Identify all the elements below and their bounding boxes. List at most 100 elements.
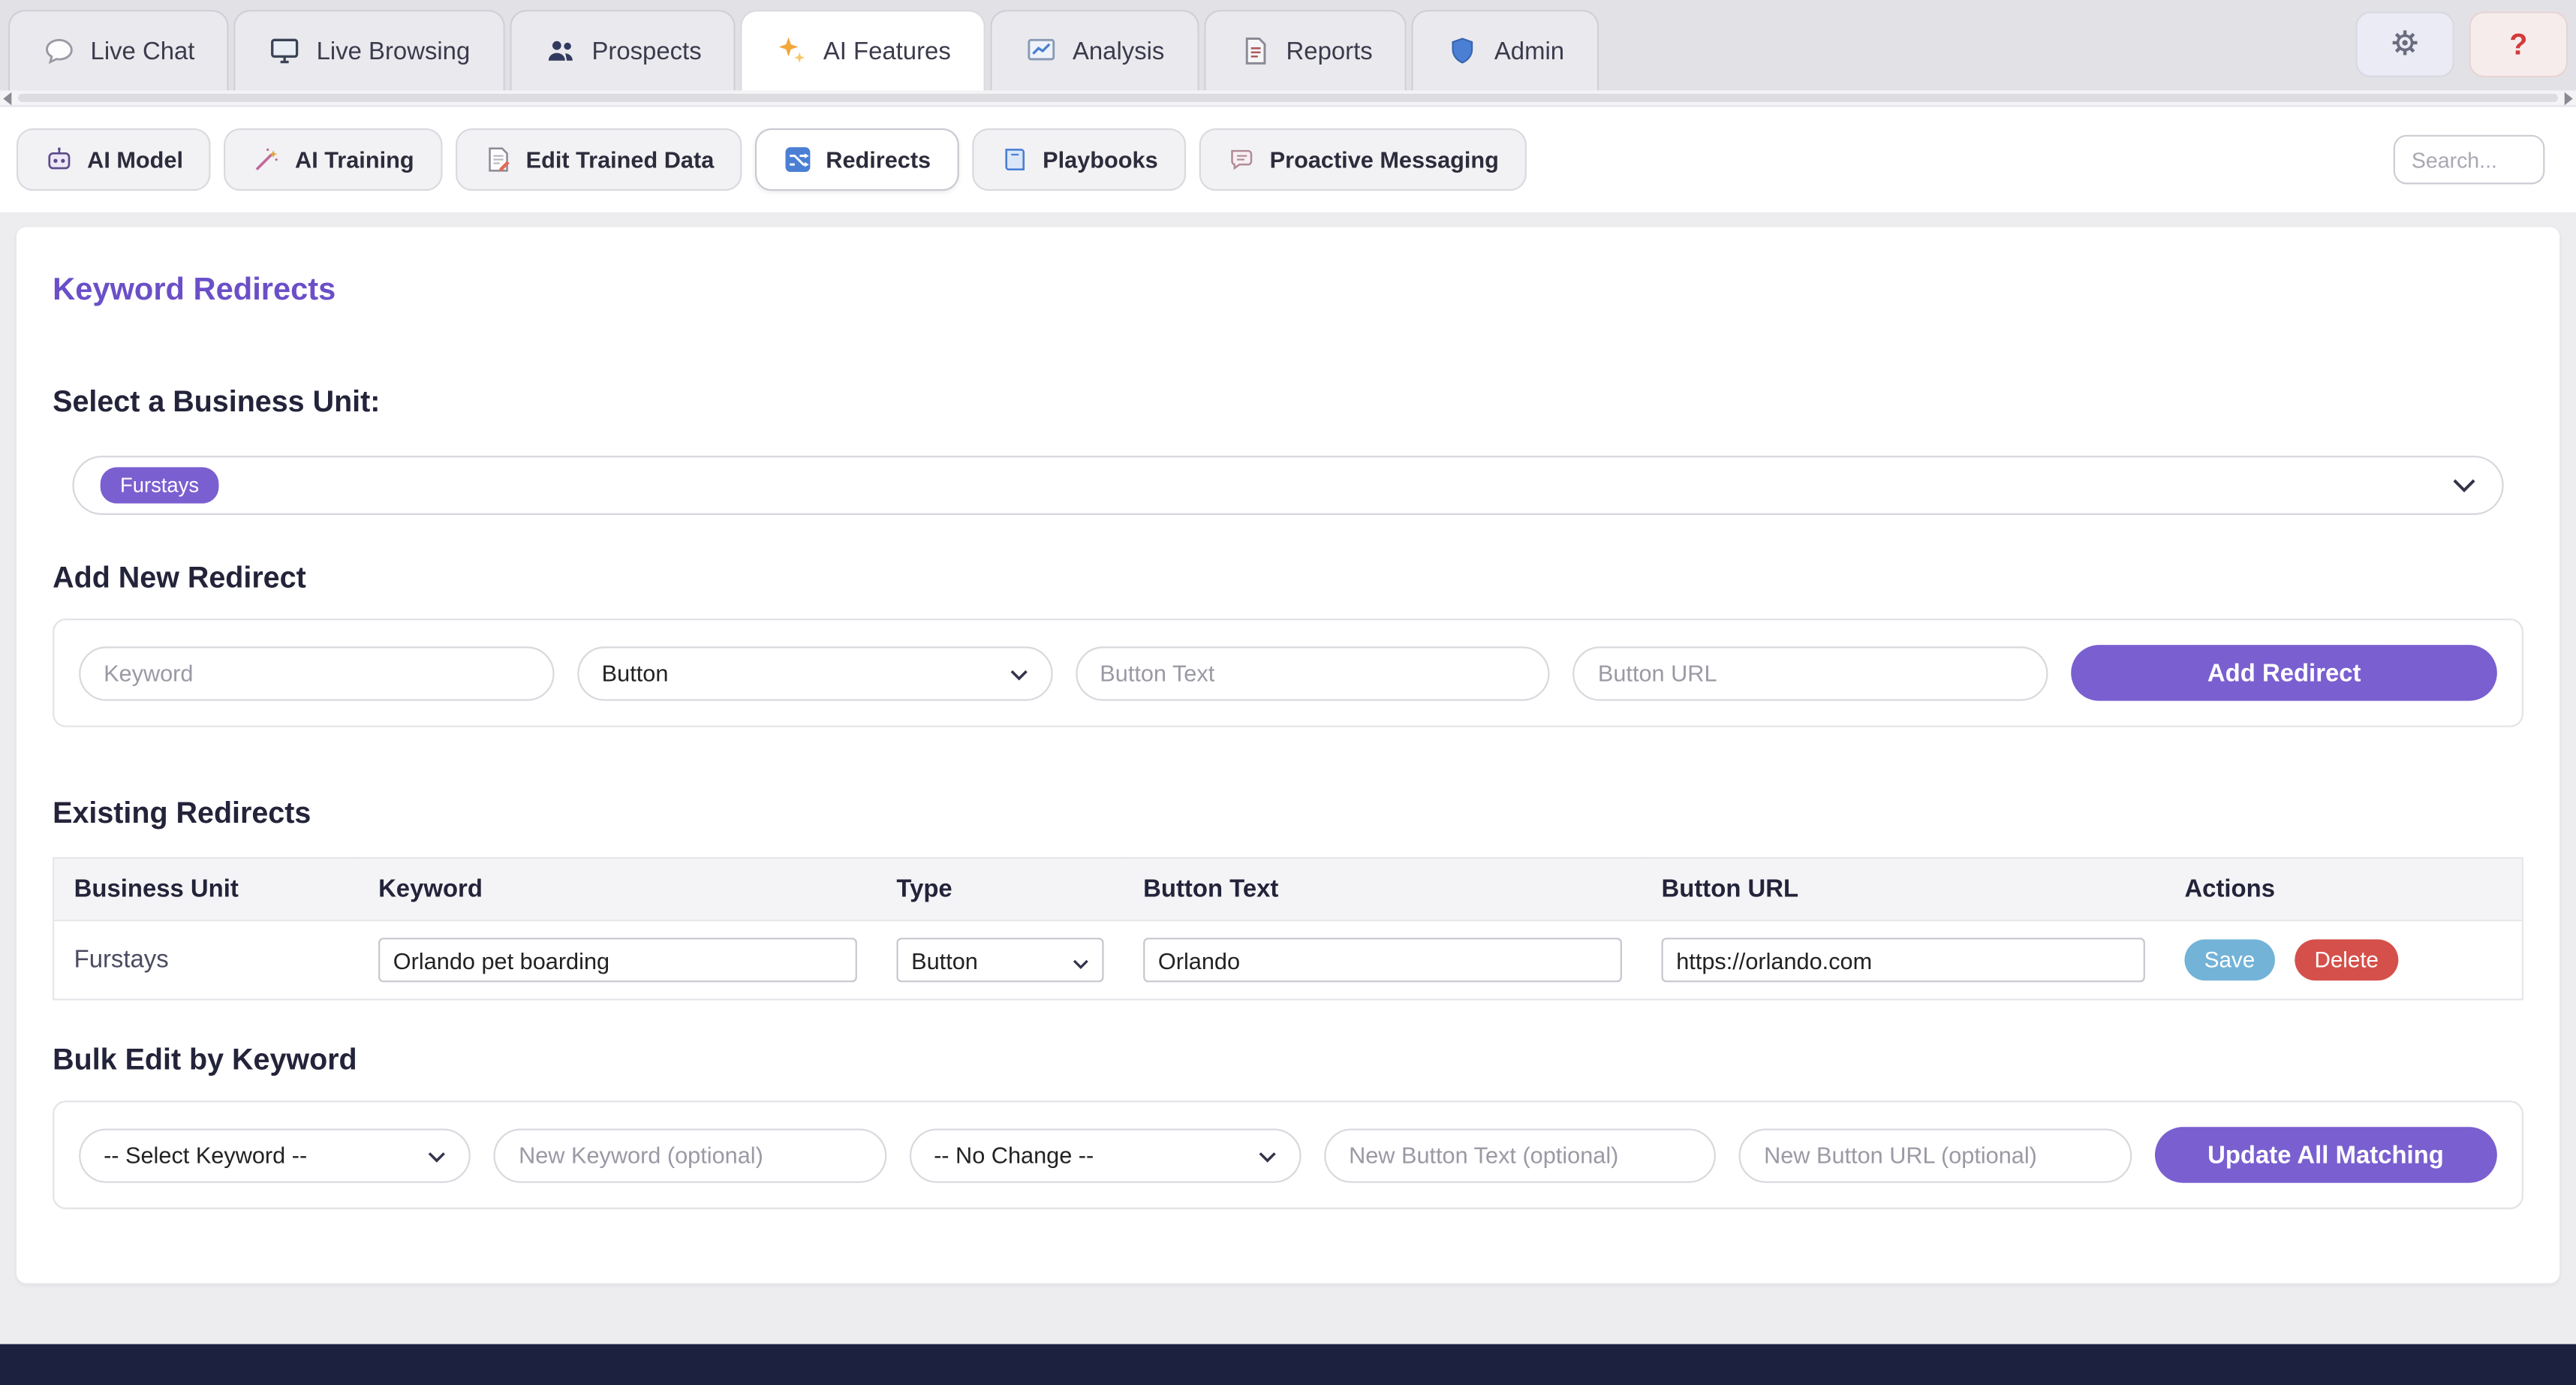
subtab-label: AI Training (295, 146, 414, 173)
chevron-down-icon (1010, 660, 1028, 686)
scrollbar-thumb[interactable] (18, 94, 2558, 102)
row-type-select[interactable]: Button (896, 938, 1103, 982)
col-type: Type (877, 859, 1124, 921)
type-select[interactable]: Button (577, 646, 1052, 700)
edit-doc-icon (483, 145, 513, 174)
tab-label: Analysis (1073, 37, 1164, 65)
top-nav-tabs: Live Chat Live Browsing Prospects AI Fea… (8, 10, 1599, 90)
tab-label: Live Chat (91, 37, 195, 65)
bulk-keyword-select-value: -- Select Keyword -- (104, 1142, 307, 1168)
subtab-edit-trained-data[interactable]: Edit Trained Data (455, 128, 742, 191)
horizontal-scrollbar[interactable] (0, 91, 2576, 107)
bulk-edit-title: Bulk Edit by Keyword (53, 1043, 2523, 1077)
bulk-new-keyword-input[interactable] (494, 1128, 886, 1182)
delete-button[interactable]: Delete (2295, 939, 2398, 980)
bulk-keyword-select[interactable]: -- Select Keyword -- (79, 1128, 471, 1182)
chevron-down-icon (1259, 1142, 1277, 1168)
book-icon (1000, 145, 1029, 174)
help-question-icon: ? (2509, 27, 2527, 62)
bulk-type-select-value: -- No Change -- (934, 1142, 1094, 1168)
tab-prospects[interactable]: Prospects (510, 10, 736, 90)
row-type-value: Button (911, 947, 978, 973)
tab-label: Prospects (591, 37, 701, 65)
help-button[interactable]: ? (2469, 11, 2568, 77)
subtab-label: Edit Trained Data (526, 146, 715, 173)
subtab-label: Proactive Messaging (1270, 146, 1499, 173)
tab-label: Reports (1286, 37, 1373, 65)
cell-business-unit: Furstays (54, 921, 358, 998)
settings-button[interactable] (2355, 11, 2454, 77)
shield-icon (1446, 35, 1479, 68)
tab-label: Live Browsing (317, 37, 471, 65)
row-button-text-input[interactable] (1143, 938, 1622, 982)
col-button-url: Button URL (1642, 859, 2165, 921)
gear-icon (2388, 26, 2421, 63)
sub-nav: AI Model AI Training Edit Trained Data R… (0, 107, 2576, 212)
chat-bubble-icon (43, 35, 76, 68)
document-icon (1238, 35, 1271, 68)
robot-icon (44, 145, 74, 174)
save-button[interactable]: Save (2184, 939, 2274, 980)
top-nav-actions: ? (2355, 11, 2568, 90)
bulk-edit-form: -- Select Keyword -- -- No Change -- Upd… (53, 1100, 2523, 1209)
type-select-value: Button (602, 660, 669, 686)
people-icon (544, 35, 577, 68)
subtab-label: AI Model (87, 146, 183, 173)
button-text-input[interactable] (1075, 646, 1550, 700)
add-redirect-button[interactable]: Add Redirect (2072, 645, 2497, 701)
subtab-label: Playbooks (1043, 146, 1157, 173)
col-keyword: Keyword (359, 859, 877, 921)
business-unit-label: Select a Business Unit: (53, 385, 2523, 420)
col-button-text: Button Text (1124, 859, 1642, 921)
chevron-down-icon (2453, 478, 2476, 493)
tab-label: AI Features (823, 37, 951, 65)
keyword-redirects-panel: Keyword Redirects Select a Business Unit… (17, 227, 2559, 1283)
search-input[interactable] (2394, 135, 2545, 185)
button-url-input[interactable] (1573, 646, 2048, 700)
bulk-type-select[interactable]: -- No Change -- (909, 1128, 1301, 1182)
subtab-label: Redirects (826, 146, 931, 173)
col-business-unit: Business Unit (54, 859, 358, 921)
table-header-row: Business Unit Keyword Type Button Text B… (54, 859, 2521, 921)
tab-admin[interactable]: Admin (1412, 10, 1599, 90)
chart-icon (1025, 35, 1058, 68)
row-keyword-input[interactable] (378, 938, 857, 982)
top-nav: Live Chat Live Browsing Prospects AI Fea… (0, 0, 2576, 91)
scroll-right-icon[interactable] (2565, 92, 2573, 105)
business-unit-chip: Furstays (101, 467, 219, 503)
add-redirect-form: Button Add Redirect (53, 619, 2523, 727)
col-actions: Actions (2165, 859, 2522, 921)
chevron-down-icon (1073, 947, 1089, 973)
message-out-icon (1227, 145, 1256, 174)
business-unit-select[interactable]: Furstays (72, 456, 2503, 515)
bulk-new-button-text-input[interactable] (1324, 1128, 1716, 1182)
keyword-input[interactable] (79, 646, 554, 700)
footer-bar (0, 1344, 2576, 1385)
scroll-left-icon[interactable] (3, 92, 11, 105)
subtab-ai-training[interactable]: AI Training (224, 128, 442, 191)
wand-icon (252, 145, 281, 174)
add-redirect-title: Add New Redirect (53, 561, 2523, 595)
subtab-playbooks[interactable]: Playbooks (972, 128, 1186, 191)
tab-analysis[interactable]: Analysis (990, 10, 1199, 90)
tab-reports[interactable]: Reports (1204, 10, 1407, 90)
row-button-url-input[interactable] (1662, 938, 2145, 982)
tab-label: Admin (1494, 37, 1564, 65)
chevron-down-icon (429, 1142, 447, 1168)
app-root: Live Chat Live Browsing Prospects AI Fea… (0, 0, 2576, 1385)
subtab-redirects[interactable]: Redirects (755, 128, 958, 191)
page-title: Keyword Redirects (53, 273, 2523, 309)
redirects-table: Business Unit Keyword Type Button Text B… (53, 857, 2523, 1001)
tab-ai-features[interactable]: AI Features (741, 10, 986, 90)
redirect-icon (783, 145, 812, 174)
sparkles-icon (775, 35, 808, 68)
tab-live-browsing[interactable]: Live Browsing (234, 10, 504, 90)
subtab-ai-model[interactable]: AI Model (17, 128, 211, 191)
update-all-matching-button[interactable]: Update All Matching (2154, 1127, 2497, 1183)
bulk-new-button-url-input[interactable] (1739, 1128, 2131, 1182)
table-row: Furstays Button (54, 921, 2521, 998)
subtab-proactive-messaging[interactable]: Proactive Messaging (1199, 128, 1527, 191)
tab-live-chat[interactable]: Live Chat (8, 10, 229, 90)
monitor-icon (269, 35, 302, 68)
scrollbar-track[interactable] (15, 91, 2562, 106)
